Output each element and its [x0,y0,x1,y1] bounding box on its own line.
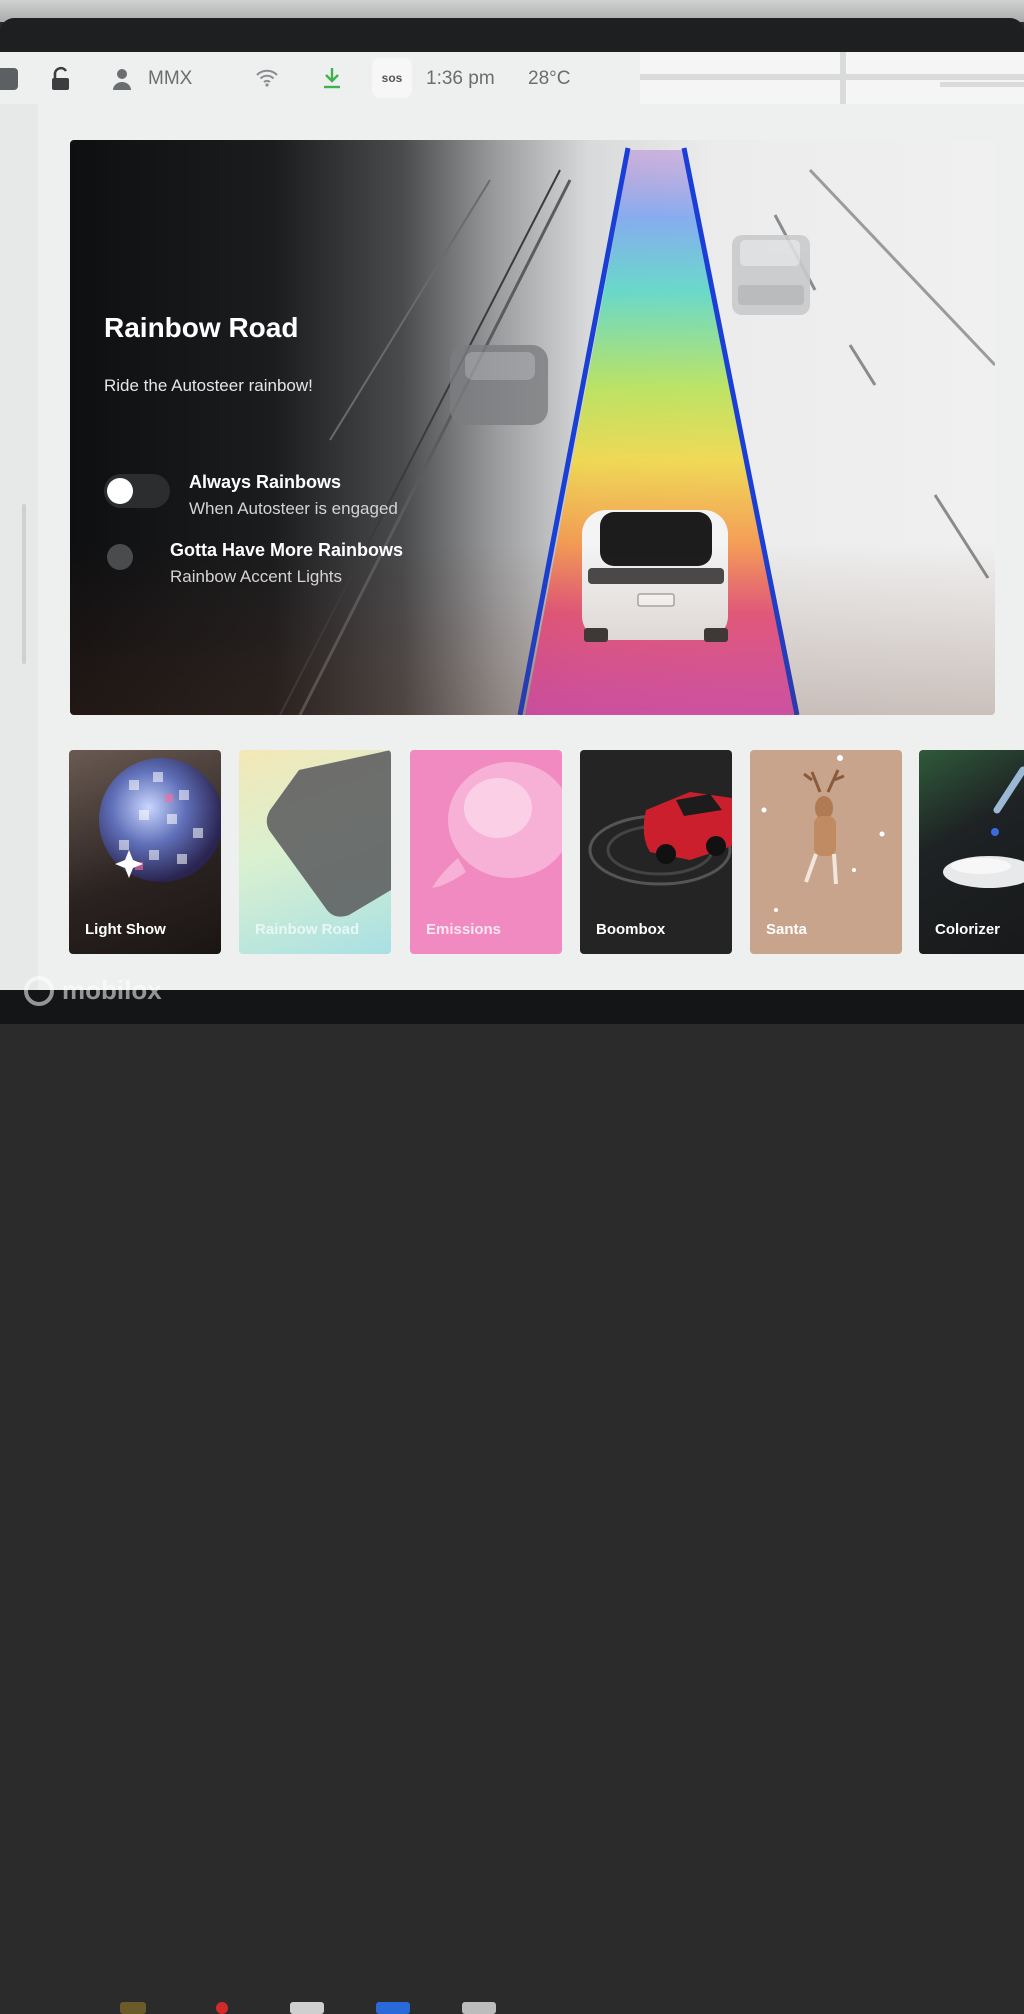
watermark: mobilox [24,975,162,1006]
option-always-rainbows[interactable]: Always Rainbows When Autosteer is engage… [104,472,398,519]
tile-boombox[interactable]: Boombox [580,750,732,954]
tile-light-show[interactable]: Light Show [69,750,221,954]
tile-label: Light Show [85,921,166,938]
tile-colorizer[interactable]: Colorizer [919,750,1024,954]
tile-rainbow-road[interactable]: Rainbow Road [239,750,391,954]
option-title: Gotta Have More Rainbows [170,540,404,560]
always-rainbows-toggle[interactable] [104,474,170,508]
watermark-text: mobilox [62,975,162,1005]
watermark-logo-icon [24,975,54,1006]
option-more-rainbows[interactable]: Gotta Have More Rainbows Rainbow Accent … [104,540,403,587]
battery-icon[interactable] [0,68,18,90]
app-icon[interactable] [120,2002,146,2014]
clock: 1:36 pm [426,68,495,89]
feature-title: Rainbow Road [104,312,299,343]
tile-emissions[interactable]: Emissions [410,750,562,954]
left-edge-panel [0,104,38,992]
option-title: Always Rainbows [189,472,342,492]
wifi-icon[interactable] [256,69,278,87]
lock-icon[interactable] [50,66,72,92]
app-icon[interactable] [462,2002,496,2014]
option-subtitle: When Autosteer is engaged [189,499,398,518]
tile-label: Rainbow Road [255,921,360,938]
more-rainbows-radio[interactable] [107,544,133,570]
option-subtitle: Rainbow Accent Lights [170,567,342,586]
tile-label: Emissions [426,921,502,938]
profile-name[interactable]: MMX [148,66,192,92]
feature-subtitle: Ride the Autosteer rainbow! [104,376,313,395]
screen-bezel [0,18,1024,56]
app-icon[interactable] [376,2002,410,2014]
app-icon[interactable] [216,2002,228,2014]
sos-icon[interactable]: sos [372,58,412,98]
outside-temperature: 28°C [528,68,571,89]
tile-label: Boombox [596,921,666,938]
tile-label: Santa [766,921,807,938]
tile-santa[interactable]: Santa [750,750,902,954]
app-icon[interactable] [290,2002,324,2014]
tile-label: Colorizer [935,921,1001,938]
touchscreen: MMX sos 1:36 pm 28°C Rainbow Road Ride t… [0,52,1024,992]
user-icon[interactable] [112,68,132,90]
software-update-download-icon[interactable] [322,67,342,89]
status-bar: MMX sos 1:36 pm 28°C [0,52,1024,104]
rainbow-road-hero: Rainbow Road Ride the Autosteer rainbow!… [70,140,995,715]
